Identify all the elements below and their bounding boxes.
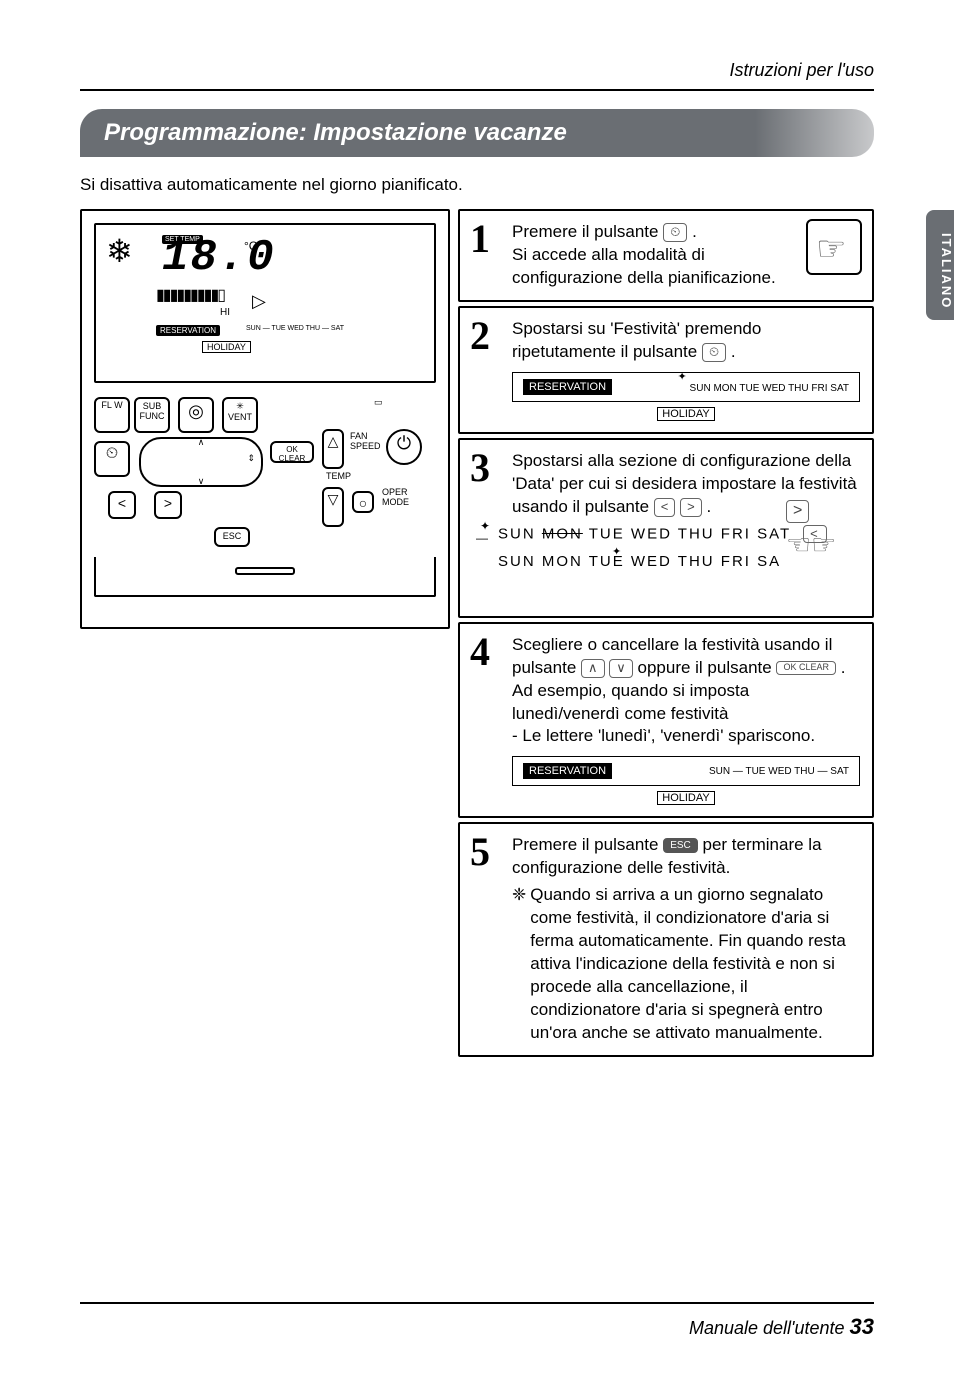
page-footer: Manuale dell'utente 33: [80, 1302, 874, 1340]
fan-bars: ▮▮▮▮▮▮▮▮▮▯: [156, 285, 224, 305]
holiday-badge: HOLIDAY: [202, 341, 251, 353]
arrow-icon: ▷: [252, 291, 266, 312]
lcd-display: ❄ SET TEMP 18.0 °C ▮▮▮▮▮▮▮▮▮▯ HI ▷ RESER…: [94, 223, 436, 383]
step-text: Si accede alla modalità di configurazion…: [512, 245, 776, 287]
reservation-display: RESERVATION SUN — TUE WED THU — SAT: [512, 756, 860, 786]
step-text: oppure il pulsante: [638, 658, 777, 677]
power-button[interactable]: ⏻: [386, 429, 422, 465]
degree-label: °C: [244, 239, 257, 253]
reservation-display: RESERVATION ✦ SUN MON TUE WED THU FRI SA…: [512, 372, 860, 402]
remote-box: ❄ SET TEMP 18.0 °C ▮▮▮▮▮▮▮▮▮▯ HI ▷ RESER…: [80, 209, 450, 629]
base-outline: [94, 557, 436, 597]
step-number: 5: [470, 828, 490, 875]
day-line-text: TUE WED THU FRI SAT: [583, 525, 791, 542]
main-content: ❄ SET TEMP 18.0 °C ▮▮▮▮▮▮▮▮▮▯ HI ▷ RESER…: [80, 209, 874, 1061]
step-text: - Le lettere 'lunedì', 'venerdì' sparisc…: [512, 726, 815, 745]
days-text: SUN — TUE WED THU — SAT: [709, 766, 849, 777]
day-line-text: SUN MON TUE WED THU FRI SA: [498, 553, 781, 570]
step-text: .: [731, 342, 736, 361]
step-text: Ad esempio, quando si imposta lunedì/ven…: [512, 681, 749, 723]
device-illustration: ❄ SET TEMP 18.0 °C ▮▮▮▮▮▮▮▮▮▯ HI ▷ RESER…: [80, 209, 450, 1061]
clock-button-inline[interactable]: ⏲: [702, 343, 726, 362]
temperature-digits: 18.0: [162, 233, 276, 283]
snowflake-icon: ❄: [106, 233, 133, 269]
language-tab: ITALIANO: [926, 210, 954, 320]
note-bullet-icon: ❈: [512, 884, 526, 1045]
header-breadcrumb: Istruzioni per l'uso: [80, 60, 874, 81]
vent-button[interactable]: ✳ VENT: [222, 397, 258, 433]
up-button-inline[interactable]: ∧: [581, 659, 605, 678]
clock-button-inline[interactable]: ⏲: [663, 223, 687, 242]
gear-button[interactable]: ◎: [178, 397, 214, 433]
footer-label: Manuale dell'utente: [689, 1318, 850, 1338]
subfunc-button[interactable]: SUB FUNC: [134, 397, 170, 433]
step-text: .: [706, 497, 711, 516]
step-5: 5 Premere il pulsante ESC per terminare …: [458, 822, 874, 1056]
temp-up-button[interactable]: △: [322, 429, 344, 469]
mode-circle-button[interactable]: ○: [352, 491, 374, 513]
page-number: 33: [850, 1314, 874, 1339]
hand-press-icon: [806, 219, 862, 275]
hands-icon: > ☜☞: [786, 494, 862, 550]
down-icon: ∨: [198, 476, 205, 487]
intro-text: Si disattiva automaticamente nel giorno …: [80, 175, 874, 195]
step-number: 3: [470, 444, 490, 491]
fanspeed-label: FAN SPEED: [350, 431, 381, 451]
temp-label: TEMP: [326, 471, 351, 481]
day-line-text: SUN: [498, 525, 542, 542]
step-4: 4 Scegliere o cancellare la festività us…: [458, 622, 874, 819]
holiday-badge: HOLIDAY: [657, 791, 714, 805]
step-text: .: [841, 658, 846, 677]
flw-button[interactable]: FL W: [94, 397, 130, 433]
day-strike: MON: [542, 525, 583, 542]
temp-down-button[interactable]: ▽: [322, 487, 344, 527]
step-2: 2 Spostarsi su 'Festività' premendo ripe…: [458, 306, 874, 434]
hi-label: HI: [220, 307, 230, 318]
step-number: 1: [470, 215, 490, 262]
esc-button[interactable]: ESC: [214, 527, 250, 547]
okclear-button[interactable]: OK CLEAR: [270, 441, 314, 463]
right-button-inline[interactable]: >: [786, 500, 809, 523]
right-button-inline[interactable]: >: [680, 498, 702, 517]
okclear-button-inline[interactable]: OK CLEAR: [776, 661, 836, 675]
step-text: .: [692, 222, 697, 241]
up-icon: ∧: [198, 437, 205, 448]
step-3: 3 Spostarsi alla sezione di configurazio…: [458, 438, 874, 618]
step-number: 2: [470, 312, 490, 359]
page-title: Programmazione: Impostazione vacanze: [80, 109, 874, 157]
clock-button[interactable]: ⏲: [94, 441, 130, 477]
button-panel: FL W SUB FUNC ◎ ✳ VENT ▭ ⏲ ∧ ∨ ⇕ OK CLEA…: [94, 387, 436, 607]
down-button-inline[interactable]: ∨: [609, 659, 633, 678]
reservation-badge: RESERVATION: [156, 325, 220, 336]
left-button-inline[interactable]: <: [654, 498, 676, 517]
step-number: 4: [470, 628, 490, 675]
base-slot: [235, 567, 295, 575]
right-button[interactable]: >: [154, 491, 182, 519]
esc-button-inline[interactable]: ESC: [663, 838, 698, 853]
opmode-label: OPER MODE: [382, 487, 409, 507]
holiday-badge: HOLIDAY: [657, 407, 714, 421]
divider: [80, 89, 874, 91]
step-text: Premere il pulsante: [512, 222, 663, 241]
step-note: Quando si arriva a un giorno segnalato c…: [530, 884, 860, 1045]
left-button[interactable]: <: [108, 491, 136, 519]
reservation-badge: RESERVATION: [523, 763, 612, 779]
step-1: 1 Premere il pulsante ⏲ . Si accede alla…: [458, 209, 874, 302]
box-icon: ▭: [374, 397, 383, 408]
step-text: Premere il pulsante: [512, 835, 663, 854]
nav-ring[interactable]: ∧ ∨ ⇕: [139, 437, 263, 487]
divider: [80, 1302, 874, 1304]
days-text: SUN MON TUE WED THU FRI SAT: [690, 383, 849, 394]
reservation-badge: RESERVATION: [523, 379, 612, 395]
instruction-steps: 1 Premere il pulsante ⏲ . Si accede alla…: [458, 209, 874, 1061]
updown-icon: ⇕: [247, 453, 255, 464]
days-mini: SUN — TUE WED THU — SAT: [246, 325, 344, 332]
